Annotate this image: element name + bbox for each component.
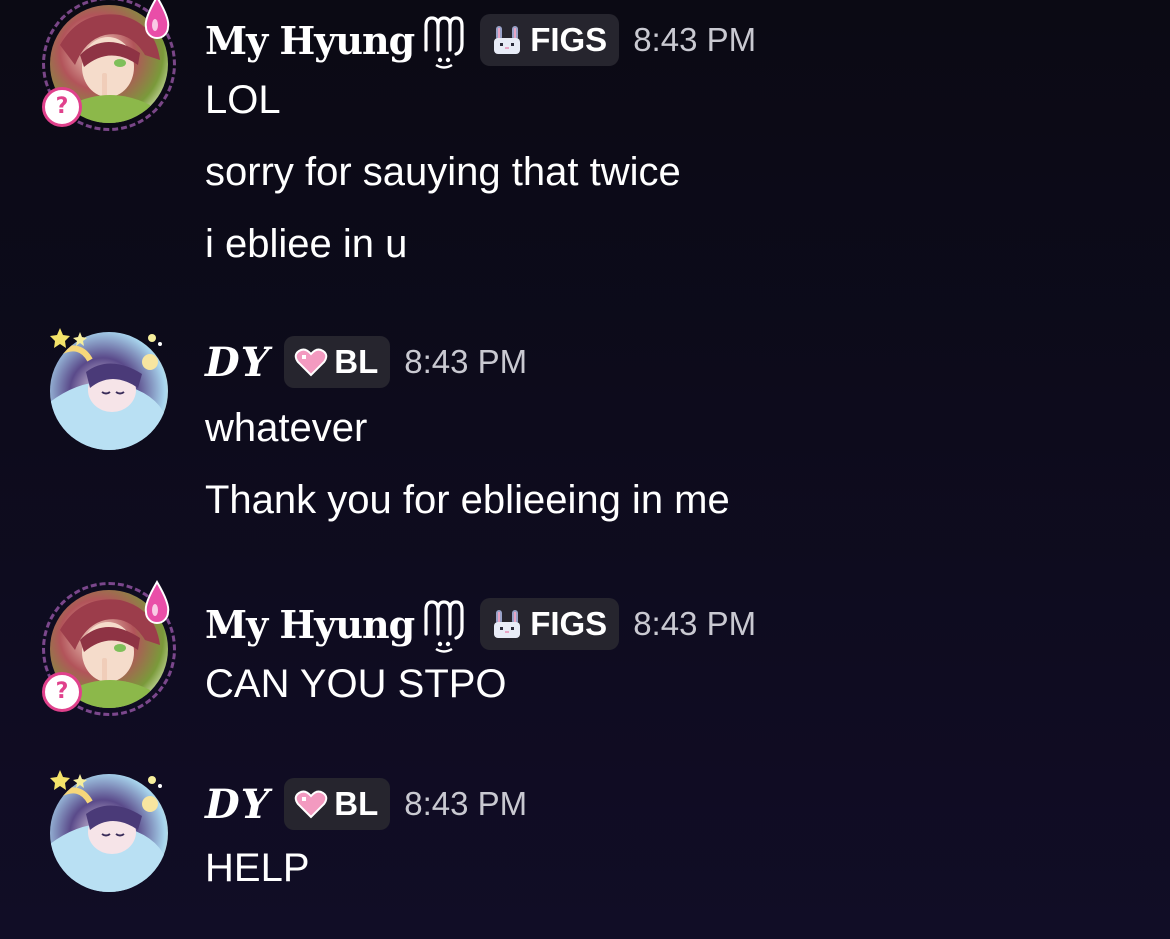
username[interactable]: My Hyung bbox=[205, 18, 415, 63]
bunny-icon bbox=[494, 610, 521, 638]
bunny-icon bbox=[494, 26, 521, 54]
timestamp: 8:43 PM bbox=[633, 605, 757, 642]
username[interactable]: DY bbox=[205, 339, 270, 386]
star-decoration-icon bbox=[50, 770, 162, 790]
role-tag-label: BL bbox=[334, 785, 379, 822]
heart-icon bbox=[295, 790, 328, 819]
message-header: DY BL 8:43 PM bbox=[205, 778, 527, 830]
star-decoration-icon bbox=[50, 328, 162, 348]
message-header: My Hyung FIGS 8:43 PM bbox=[205, 10, 756, 70]
virgo-icon bbox=[424, 600, 464, 653]
droplet-icon bbox=[144, 0, 170, 39]
message-text: sorry for sauying that twice bbox=[205, 150, 681, 194]
timestamp: 8:43 PM bbox=[404, 343, 528, 380]
role-tag-label: FIGS bbox=[530, 21, 608, 58]
message-header: DY BL 8:43 PM bbox=[205, 336, 527, 388]
username[interactable]: DY bbox=[205, 781, 270, 828]
role-tag[interactable]: FIGS bbox=[480, 14, 620, 66]
role-tag[interactable]: BL bbox=[284, 336, 391, 388]
avatar[interactable] bbox=[50, 328, 168, 450]
question-status-icon: ? bbox=[42, 672, 82, 712]
role-tag[interactable]: BL bbox=[284, 778, 391, 830]
role-tag-label: BL bbox=[334, 343, 379, 380]
message-text: Thank you for eblieeing in me bbox=[205, 478, 730, 522]
avatar[interactable] bbox=[50, 770, 168, 892]
virgo-icon bbox=[424, 16, 464, 69]
droplet-icon bbox=[144, 580, 170, 624]
message-text: whatever bbox=[205, 406, 368, 450]
message-text: CAN YOU STPO bbox=[205, 662, 507, 706]
timestamp: 8:43 PM bbox=[633, 21, 757, 58]
username[interactable]: My Hyung bbox=[205, 602, 415, 647]
timestamp: 8:43 PM bbox=[404, 785, 528, 822]
question-status-icon: ? bbox=[42, 87, 82, 127]
message-text: i ebliee in u bbox=[205, 222, 408, 266]
heart-icon bbox=[295, 348, 328, 377]
avatar[interactable]: ? bbox=[42, 0, 176, 131]
message-header: My Hyung FIGS 8:43 PM bbox=[205, 594, 756, 654]
role-tag-label: FIGS bbox=[530, 605, 608, 642]
message-text: HELP bbox=[205, 846, 310, 890]
message-text: LOL bbox=[205, 78, 281, 122]
avatar[interactable]: ? bbox=[42, 580, 176, 716]
role-tag[interactable]: FIGS bbox=[480, 598, 620, 650]
